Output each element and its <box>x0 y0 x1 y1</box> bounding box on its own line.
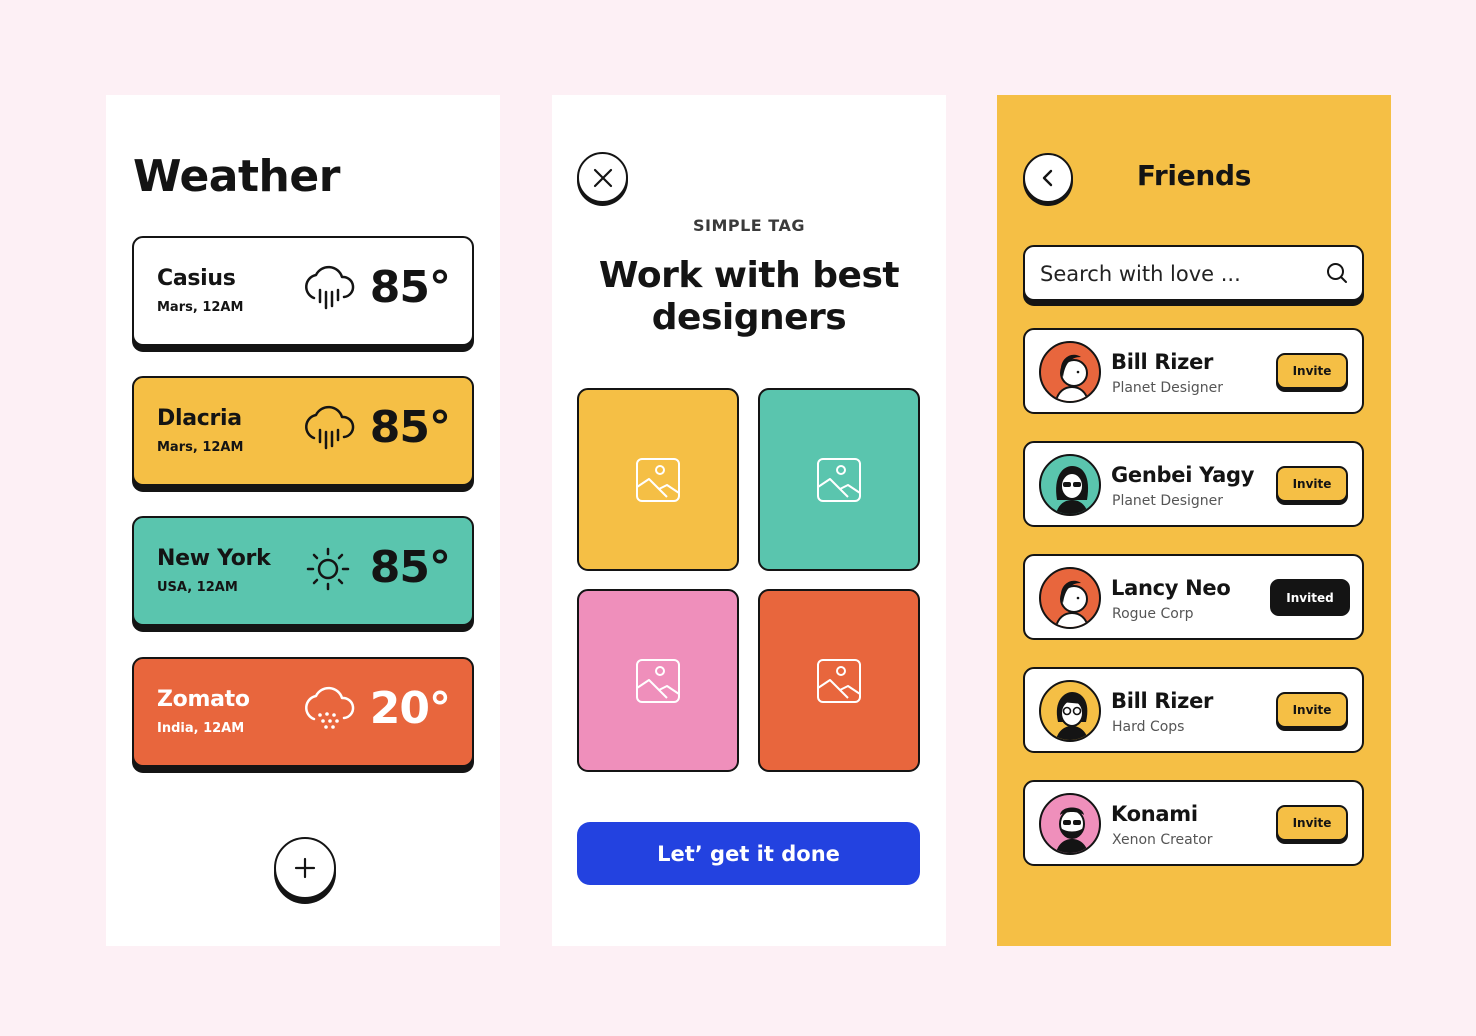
tagline: SIMPLE TAG <box>692 216 805 235</box>
city-subtitle: USA, 12AM <box>157 580 238 595</box>
friend-name: Bill Rizer <box>1111 350 1214 374</box>
city-subtitle: India, 12AM <box>157 721 245 736</box>
city-name: Casius <box>157 266 236 291</box>
avatar <box>1039 341 1101 403</box>
page-title: Friends <box>1136 159 1252 192</box>
page-title: Weather <box>133 151 340 202</box>
headline-line-1: Work with best <box>598 255 900 296</box>
close-icon <box>593 168 612 187</box>
invite-button[interactable]: Invite <box>1276 353 1348 389</box>
temperature: 85° <box>369 402 451 453</box>
avatar <box>1039 454 1101 516</box>
avatar <box>1039 680 1101 742</box>
snow-cloud-icon <box>305 686 355 729</box>
image-tile-4[interactable] <box>758 589 920 772</box>
city-name: Dlacria <box>157 406 242 431</box>
city-name: New York <box>157 546 271 571</box>
temperature: 85° <box>369 262 451 313</box>
chevron-left-icon <box>1042 169 1053 187</box>
friend-name: Lancy Neo <box>1111 576 1231 600</box>
sun-icon <box>306 547 350 591</box>
temperature: 20° <box>369 683 451 734</box>
friend-card[interactable]: Konami Xenon Creator Invite <box>1023 780 1364 866</box>
friend-role: Rogue Corp <box>1112 606 1194 622</box>
weather-card-dlacria[interactable]: Dlacria Mars, 12AM 85° <box>132 376 474 486</box>
image-tile-1[interactable] <box>577 388 739 571</box>
city-subtitle: Mars, 12AM <box>157 300 244 315</box>
image-placeholder-icon <box>636 457 680 502</box>
headline-line-2: designers <box>651 297 847 338</box>
city-name: Zomato <box>157 687 250 712</box>
get-it-done-button[interactable]: Let’ get it done <box>577 822 920 885</box>
back-button[interactable] <box>1023 153 1073 203</box>
image-tile-2[interactable] <box>758 388 920 571</box>
avatar <box>1039 567 1101 629</box>
friend-role: Xenon Creator <box>1112 832 1213 848</box>
friend-role: Planet Designer <box>1112 380 1224 396</box>
search-icon[interactable] <box>1326 262 1348 284</box>
image-tile-3[interactable] <box>577 589 739 772</box>
search-input[interactable]: Search with love ... <box>1023 245 1364 301</box>
rain-cloud-icon <box>305 265 355 310</box>
temperature: 85° <box>369 542 451 593</box>
image-placeholder-icon <box>636 658 680 703</box>
invite-button[interactable]: Invite <box>1276 805 1348 841</box>
weather-card-new-york[interactable]: New York USA, 12AM 85° <box>132 516 474 626</box>
invite-button[interactable]: Invite <box>1276 466 1348 502</box>
plus-icon <box>294 857 316 879</box>
headline: Work with best designers <box>552 255 946 339</box>
weather-card-zomato[interactable]: Zomato India, 12AM 20° <box>132 657 474 767</box>
friend-card[interactable]: Bill Rizer Hard Cops Invite <box>1023 667 1364 753</box>
friends-screen: Friends Search with love ... Bill Rizer … <box>997 95 1391 946</box>
designers-screen: SIMPLE TAG Work with best designers Let’… <box>552 95 946 946</box>
friend-card[interactable]: Lancy Neo Rogue Corp Invited <box>1023 554 1364 640</box>
friend-role: Hard Cops <box>1112 719 1185 735</box>
friend-name: Genbei Yagy <box>1111 463 1255 487</box>
friend-name: Konami <box>1111 802 1198 826</box>
add-button[interactable] <box>274 837 336 899</box>
friend-role: Planet Designer <box>1112 493 1224 509</box>
rain-cloud-icon <box>305 405 355 450</box>
weather-screen: Weather Casius Mars, 12AM 85° Dlacria Ma… <box>106 95 500 946</box>
image-placeholder-icon <box>817 658 861 703</box>
close-button[interactable] <box>577 152 628 203</box>
avatar <box>1039 793 1101 855</box>
friend-card[interactable]: Genbei Yagy Planet Designer Invite <box>1023 441 1364 527</box>
search-placeholder: Search with love ... <box>1040 262 1241 286</box>
invite-button[interactable]: Invite <box>1276 692 1348 728</box>
friend-card[interactable]: Bill Rizer Planet Designer Invite <box>1023 328 1364 414</box>
invited-button[interactable]: Invited <box>1270 579 1350 616</box>
image-placeholder-icon <box>817 457 861 502</box>
weather-card-casius[interactable]: Casius Mars, 12AM 85° <box>132 236 474 346</box>
city-subtitle: Mars, 12AM <box>157 440 244 455</box>
friend-name: Bill Rizer <box>1111 689 1214 713</box>
